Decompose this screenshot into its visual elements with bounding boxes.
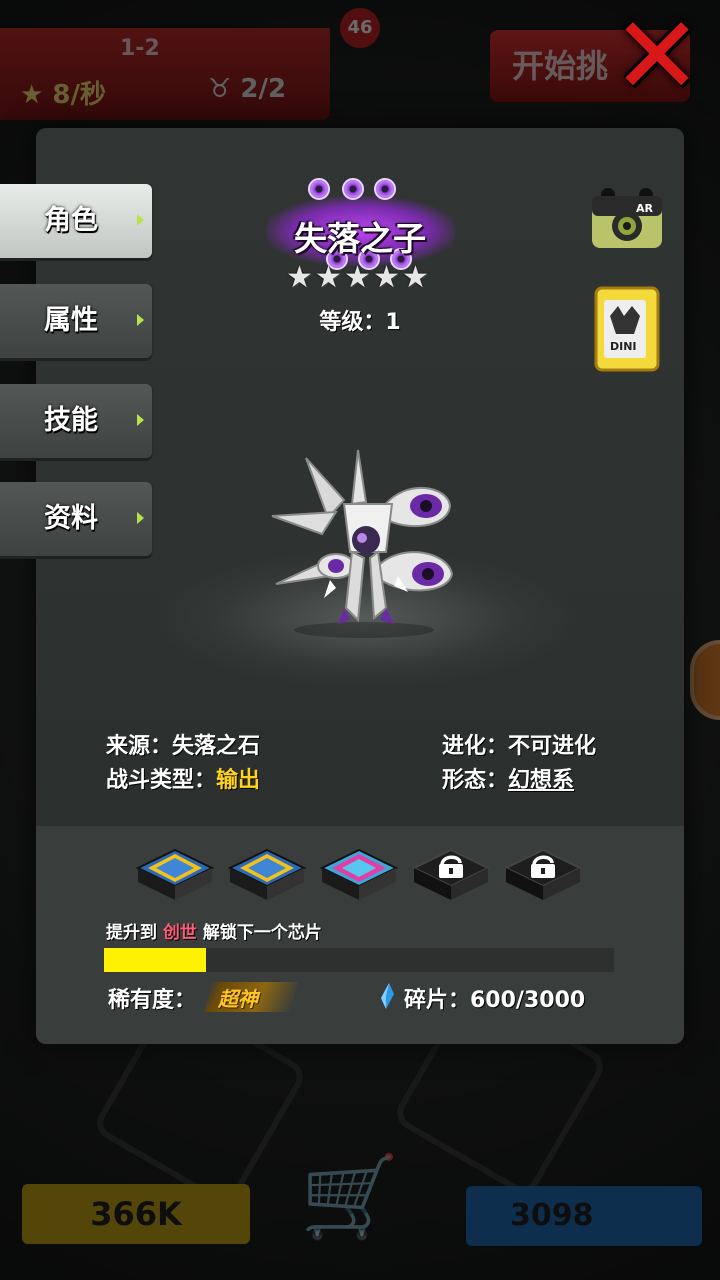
source-label: 来源：: [106, 734, 173, 759]
pet-creature-image: [271, 449, 454, 638]
star-icon: ★: [286, 260, 313, 295]
orb-icon: [308, 178, 330, 200]
pet-name: 失落之子: [294, 219, 426, 258]
tab-label: 属性: [44, 305, 98, 336]
shop-cart-icon: 🛒: [300, 1150, 400, 1243]
battle-type-label: 战斗类型：: [106, 768, 217, 793]
rate-label: ★ 8/秒: [20, 80, 106, 110]
upgrade-progress-fill: [104, 948, 206, 972]
star-icon: ★: [344, 260, 371, 295]
orb-icon: [342, 178, 364, 200]
tab-arrow-icon: [137, 512, 144, 524]
gem-counter: 3098: [466, 1186, 702, 1246]
close-icon[interactable]: ✕: [608, 3, 706, 111]
tab-skills[interactable]: 技能: [0, 384, 152, 458]
tab-arrow-icon: [137, 314, 144, 326]
star-icon: ★: [402, 260, 429, 295]
chip-slot-3[interactable]: [320, 848, 398, 902]
unlock-hint: 提升到 创世 解锁下一个芯片: [106, 918, 322, 943]
tab-profile[interactable]: 资料: [0, 482, 152, 556]
evolution-label: 进化：: [442, 734, 509, 759]
pets-count: ♉ 2/2: [208, 74, 287, 104]
upgrade-progress-bar: [104, 948, 614, 972]
rate-value: 8/秒: [52, 80, 106, 110]
ar-label: AR: [636, 202, 654, 215]
battle-type-info: 战斗类型：输出: [106, 762, 260, 794]
rarity-value: 超神: [218, 987, 258, 1011]
tab-label: 技能: [44, 405, 98, 436]
rarity-label: 稀有度：: [108, 988, 197, 1013]
orb-icon: [374, 178, 396, 200]
tab-arrow-icon: [137, 414, 144, 426]
form-label: 形态：: [442, 768, 509, 793]
form-info: 形态：幻想系: [442, 762, 574, 794]
gold-counter: 366K: [22, 1184, 250, 1244]
star-icon: ★: [315, 260, 342, 295]
battle-type-value: 输出: [216, 768, 261, 793]
form-type-link[interactable]: 幻想系: [508, 768, 574, 793]
chip-slot-5-locked[interactable]: [504, 848, 582, 902]
evolution-value: 不可进化: [508, 734, 597, 759]
level-badge: 46: [340, 8, 380, 48]
tab-label: 角色: [44, 205, 98, 236]
shard-count: 碎片：600/3000: [404, 988, 586, 1013]
unlock-hint-rank: 创世: [162, 923, 197, 943]
tab-arrow-icon: [137, 214, 144, 226]
source-info: 来源：失落之石: [106, 728, 260, 760]
evolution-info: 进化：不可进化: [442, 728, 596, 760]
tab-label: 资料: [44, 503, 98, 534]
card-label: DINI: [610, 340, 637, 353]
tab-attributes[interactable]: 属性: [0, 284, 152, 358]
chip-slot-1[interactable]: [136, 848, 214, 902]
tab-role[interactable]: 角色: [0, 184, 152, 258]
chip-slot-4-locked[interactable]: [412, 848, 490, 902]
shard-icon: [381, 983, 394, 1009]
star-icon: ★: [373, 260, 400, 295]
pet-level: 等级：1: [319, 310, 401, 335]
dini-card-icon[interactable]: DINI: [594, 286, 660, 372]
pets-value: 2/2: [240, 74, 287, 104]
unlock-hint-prefix: 提升到: [106, 923, 163, 943]
stage-panel: 1-2 ★ 8/秒 ♉ 2/2: [0, 28, 330, 120]
chip-slot-2[interactable]: [228, 848, 306, 902]
source-value: 失落之石: [172, 734, 261, 759]
unlock-hint-suffix: 解锁下一个芯片: [196, 923, 322, 943]
star-rating: ★ ★ ★ ★ ★: [286, 262, 434, 294]
ar-camera-icon[interactable]: AR: [590, 186, 664, 250]
stage-name: 1-2: [120, 36, 160, 61]
